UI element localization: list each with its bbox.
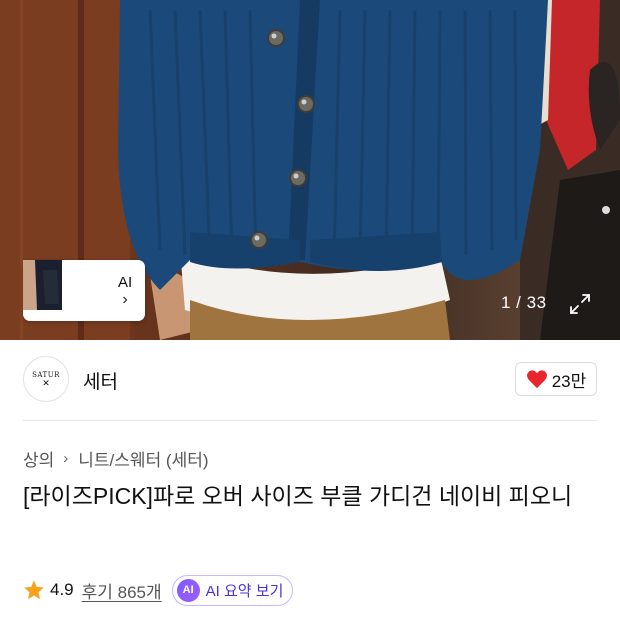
rating-row: 4.9 후기 865개 AI AI 요약 보기 xyxy=(23,574,294,606)
chevron-right-icon: › xyxy=(63,450,69,467)
breadcrumb: 상의 › 니트/스웨터 (세터) xyxy=(23,446,209,471)
image-counter: 1 / 33 xyxy=(501,293,547,312)
like-count: 23만 xyxy=(551,371,587,391)
rating-value: 4.9 xyxy=(50,580,74,599)
ai-thumbnail-link: AI › xyxy=(118,274,132,308)
star-icon xyxy=(24,580,44,600)
brand-logo-mark: ✕ xyxy=(42,377,50,388)
ai-summary-label: AI 요약 보기 xyxy=(205,582,284,600)
review-count-link[interactable]: 후기 865개 xyxy=(82,578,162,603)
ai-badge-icon: AI xyxy=(176,578,200,602)
like-button[interactable]: 23만 xyxy=(515,362,597,396)
product-image[interactable]: AI › 1 / 33 xyxy=(0,0,620,340)
brand-logo[interactable]: SATUR ✕ xyxy=(23,356,69,402)
heart-icon xyxy=(526,370,547,389)
brand-row: SATUR ✕ 세터 23만 xyxy=(23,356,597,404)
product-title: [라이즈PICK]파로 오버 사이즈 부클 가디건 네이비 피오니 xyxy=(23,483,573,509)
expand-icon[interactable] xyxy=(568,292,592,316)
ai-thumbnail-card[interactable]: AI › xyxy=(23,260,145,321)
chevron-right-icon: › xyxy=(122,290,128,308)
breadcrumb-subcategory[interactable]: 니트/스웨터 (세터) xyxy=(78,446,208,471)
thumbnail-image-2 xyxy=(23,260,108,316)
ai-thumbnail-label: AI xyxy=(118,273,133,291)
breadcrumb-category[interactable]: 상의 xyxy=(23,446,54,471)
brand-name[interactable]: 세터 xyxy=(83,367,118,394)
ai-summary-button[interactable]: AI AI 요약 보기 xyxy=(171,574,294,606)
divider xyxy=(23,420,597,421)
